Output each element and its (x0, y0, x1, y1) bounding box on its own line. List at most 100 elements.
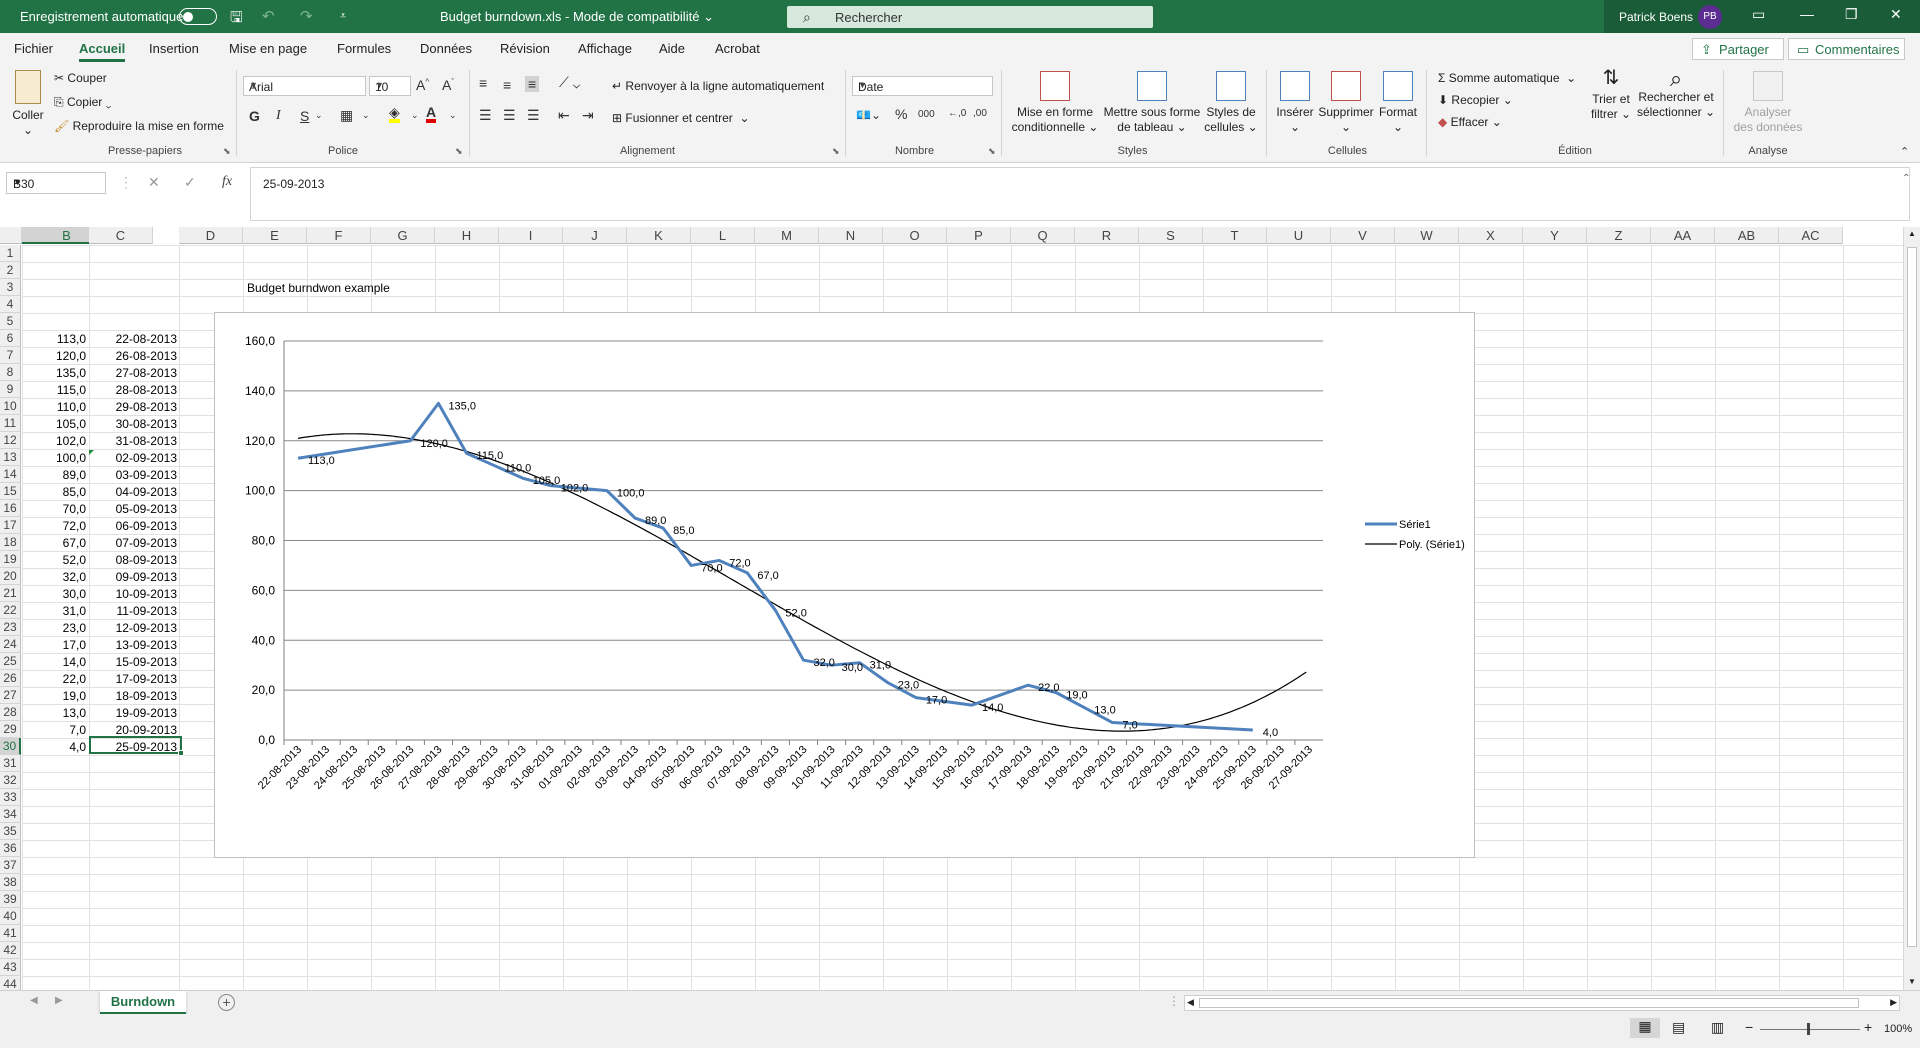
scroll-down-icon[interactable]: ▼ (1908, 977, 1916, 986)
increase-decimal-button[interactable]: ←,0 (948, 108, 966, 119)
cell-a11[interactable]: 105,0 (22, 417, 86, 431)
cell-a19[interactable]: 52,0 (22, 553, 86, 567)
close-icon[interactable]: ✕ (1890, 6, 1902, 23)
row-header-12[interactable]: 12 (0, 432, 21, 449)
horizontal-scrollbar[interactable]: ◀ ▶ (1184, 995, 1900, 1011)
align-right-icon[interactable]: ☰ (527, 107, 540, 124)
bold-button[interactable]: G (249, 108, 260, 124)
cell-a27[interactable]: 19,0 (22, 689, 86, 703)
cell-a7[interactable]: 120,0 (22, 349, 86, 363)
cell-b8[interactable]: 27-08-2013 (89, 366, 177, 380)
zoom-slider-thumb[interactable] (1807, 1023, 1810, 1035)
cell-a28[interactable]: 13,0 (22, 706, 86, 720)
cell-a17[interactable]: 72,0 (22, 519, 86, 533)
row-header-24[interactable]: 24 (0, 636, 21, 653)
cell-a15[interactable]: 85,0 (22, 485, 86, 499)
column-header-p[interactable]: P (947, 227, 1011, 244)
row-header-7[interactable]: 7 (0, 347, 21, 364)
tab-insertion[interactable]: Insertion (149, 41, 199, 56)
column-header-ab[interactable]: AB (1715, 227, 1779, 244)
customize-qat-icon[interactable]: ⩡ (340, 10, 346, 23)
cell-styles-button[interactable]: Styles de cellules ⌄ (1200, 71, 1262, 135)
align-left-icon[interactable]: ☰ (479, 107, 492, 124)
row-header-44[interactable]: 44 (0, 976, 21, 990)
enter-icon[interactable]: ✓ (184, 174, 196, 191)
scroll-left-icon[interactable]: ◀ (1187, 997, 1194, 1008)
cell-a24[interactable]: 17,0 (22, 638, 86, 652)
percent-button[interactable]: % (895, 106, 907, 122)
row-header-40[interactable]: 40 (0, 908, 21, 925)
row-header-30[interactable]: 30 (0, 738, 21, 755)
orientation-icon[interactable]: ⟋ ⌄ (559, 74, 580, 91)
cell-b24[interactable]: 13-09-2013 (89, 638, 177, 652)
column-header-v[interactable]: V (1331, 227, 1395, 244)
row-header-10[interactable]: 10 (0, 398, 21, 415)
cell-b15[interactable]: 04-09-2013 (89, 485, 177, 499)
cell-b27[interactable]: 18-09-2013 (89, 689, 177, 703)
increase-indent-icon[interactable]: ⇥ (582, 107, 594, 124)
row-header-37[interactable]: 37 (0, 857, 21, 874)
sheet-tab-burndown[interactable]: Burndown (100, 991, 186, 1015)
tab-affichage[interactable]: Affichage (578, 41, 632, 56)
align-center-icon[interactable]: ☰ (503, 107, 516, 124)
ribbon-display-icon[interactable]: ▭ (1752, 6, 1765, 23)
column-header-o[interactable]: O (883, 227, 947, 244)
shrink-font-icon[interactable]: Aˇ (442, 77, 454, 93)
cell-b9[interactable]: 28-08-2013 (89, 383, 177, 397)
normal-view-icon[interactable]: ▦ (1630, 1018, 1660, 1038)
cell-a29[interactable]: 7,0 (22, 723, 86, 737)
borders-dropdown-icon[interactable]: ⌄ (362, 110, 370, 121)
cell-a8[interactable]: 135,0 (22, 366, 86, 380)
row-header-22[interactable]: 22 (0, 602, 21, 619)
save-icon[interactable]: 🖫 (230, 7, 243, 32)
cut-button[interactable]: ✂ Couper (54, 71, 107, 85)
share-button[interactable]: ⇪ Partager (1692, 38, 1784, 60)
delete-cells-button[interactable]: Supprimer ⌄ (1316, 71, 1376, 135)
row-header-27[interactable]: 27 (0, 687, 21, 704)
collapse-ribbon-icon[interactable]: ⌃ (1900, 145, 1909, 158)
analyze-data-button[interactable]: Analyser des données (1730, 71, 1806, 135)
column-header-n[interactable]: N (819, 227, 883, 244)
next-sheet-icon[interactable]: ▶ (55, 995, 63, 1006)
tab-revision[interactable]: Révision (500, 41, 550, 56)
horizontal-scroll-thumb[interactable] (1199, 998, 1859, 1008)
copy-button[interactable]: ⎘ Copier ⌄ (54, 95, 111, 110)
cell-b29[interactable]: 20-09-2013 (89, 723, 177, 737)
decrease-decimal-button[interactable]: ,00 (973, 108, 987, 119)
row-header-39[interactable]: 39 (0, 891, 21, 908)
merge-center-button[interactable]: ⊞ Fusionner et centrer ⌄ (612, 111, 750, 125)
cell-b21[interactable]: 10-09-2013 (89, 587, 177, 601)
cell-b16[interactable]: 05-09-2013 (89, 502, 177, 516)
column-header-q[interactable]: Q (1011, 227, 1075, 244)
column-header-l[interactable]: L (691, 227, 755, 244)
cell-b11[interactable]: 30-08-2013 (89, 417, 177, 431)
cell-b12[interactable]: 31-08-2013 (89, 434, 177, 448)
thousands-button[interactable]: 000 (918, 109, 935, 120)
fill-button[interactable]: ⬇ Recopier ⌄ (1438, 93, 1513, 107)
align-top-icon[interactable]: ≡ (479, 75, 487, 91)
row-header-14[interactable]: 14 (0, 466, 21, 483)
row-header-2[interactable]: 2 (0, 262, 21, 279)
row-header-31[interactable]: 31 (0, 755, 21, 772)
cell-a23[interactable]: 23,0 (22, 621, 86, 635)
cell-a22[interactable]: 31,0 (22, 604, 86, 618)
cell-a6[interactable]: 113,0 (22, 332, 86, 346)
autosave-toggle[interactable] (179, 8, 217, 25)
cell-a18[interactable]: 67,0 (22, 536, 86, 550)
zoom-level[interactable]: 100% (1884, 1023, 1912, 1035)
cell-b13[interactable]: 02-09-2013 (89, 451, 177, 465)
wrap-text-button[interactable]: ↵ Renvoyer à la ligne automatiquement (612, 79, 824, 93)
row-header-41[interactable]: 41 (0, 925, 21, 942)
font-launcher-icon[interactable]: ⬊ (455, 146, 463, 157)
row-header-5[interactable]: 5 (0, 313, 21, 330)
conditional-formatting-button[interactable]: Mise en forme conditionnelle ⌄ (1010, 71, 1100, 135)
autosum-button[interactable]: Σ Somme automatique ⌄ (1438, 71, 1576, 85)
column-header-d[interactable]: D (179, 227, 243, 244)
fill-dropdown-icon[interactable]: ⌄ (411, 110, 419, 121)
scroll-right-icon[interactable]: ▶ (1890, 997, 1897, 1008)
cell-d3[interactable]: Budget burndwon example (247, 281, 390, 295)
font-size-select[interactable]: 10 ▼ (369, 76, 411, 96)
cell-b6[interactable]: 22-08-2013 (89, 332, 177, 346)
column-header-aa[interactable]: AA (1651, 227, 1715, 244)
cell-a9[interactable]: 115,0 (22, 383, 86, 397)
